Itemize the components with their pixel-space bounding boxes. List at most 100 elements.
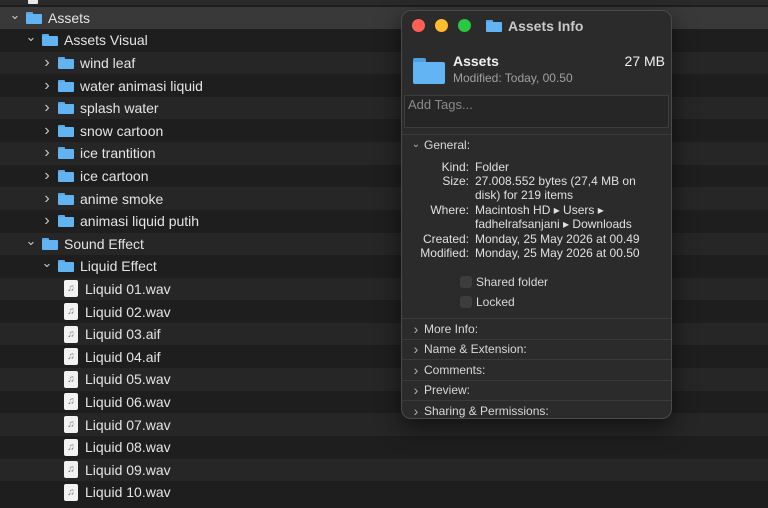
- window-title-group: Assets Info: [486, 18, 583, 34]
- file-row[interactable]: ♫ Liquid 08.wav: [0, 436, 768, 459]
- folder-icon: [486, 20, 502, 32]
- section-collapsed[interactable]: › Preview:: [402, 379, 671, 400]
- row-label: Assets: [48, 9, 91, 26]
- size-value-1: 27.008.552 bytes (27,4 MB on: [475, 174, 636, 188]
- chevron-down-icon[interactable]: ⌄: [24, 29, 38, 44]
- audio-file-icon: ♫: [64, 370, 78, 388]
- chevron-right-icon[interactable]: ›: [40, 54, 54, 71]
- kind-label: Kind:: [441, 160, 469, 174]
- folder-icon: [58, 79, 74, 92]
- item-size: 27 MB: [624, 53, 665, 69]
- folder-icon: [58, 192, 74, 205]
- locked-label: Locked: [476, 295, 515, 309]
- file-row[interactable]: ♫ Liquid 10.wav: [0, 481, 768, 504]
- folder-icon: [58, 124, 74, 137]
- minimize-button[interactable]: [435, 19, 448, 32]
- file-row[interactable]: ♫ Liquid 09.wav: [0, 458, 768, 482]
- zoom-button[interactable]: [458, 19, 471, 32]
- audio-file-icon: ♫: [64, 438, 78, 456]
- chevron-right-icon: ›: [413, 320, 419, 337]
- where-label: Where:: [430, 203, 469, 217]
- title-bar[interactable]: Assets Info: [402, 11, 671, 42]
- chevron-right-icon[interactable]: ›: [40, 122, 54, 139]
- folder-icon: [42, 237, 58, 250]
- section-label: More Info:: [424, 321, 479, 336]
- shared-folder-label: Shared folder: [476, 275, 549, 289]
- row-label: animasi liquid putih: [80, 213, 200, 230]
- row-label: snow cartoon: [80, 122, 164, 139]
- section-general[interactable]: ⌄ General:: [402, 134, 671, 154]
- folder-icon: [58, 102, 74, 115]
- section-label: Comments:: [424, 362, 486, 377]
- locked-checkbox[interactable]: [460, 296, 472, 308]
- item-modified: Modified: Today, 00.50: [453, 71, 573, 85]
- row-label: anime smoke: [80, 190, 164, 207]
- chevron-right-icon: ›: [413, 361, 419, 378]
- folder-icon: [58, 215, 74, 228]
- created-value: Monday, 25 May 2026 at 00.49: [475, 232, 640, 246]
- section-label: Name & Extension:: [424, 342, 527, 356]
- row-label: splash water: [80, 100, 159, 117]
- chevron-down-icon: ⌄: [411, 139, 421, 150]
- row-label: Liquid 09.wav: [85, 461, 171, 478]
- folder-icon: [58, 260, 74, 273]
- row-label: Liquid 08.wav: [85, 439, 171, 456]
- section-collapsed[interactable]: › More Info:: [402, 318, 671, 338]
- size-label: Size:: [442, 174, 469, 188]
- where-value-1: Macintosh HD ▸ Users ▸: [475, 203, 604, 217]
- row-label: Liquid 01.wav: [85, 280, 171, 297]
- audio-file-icon: ♫: [64, 393, 78, 411]
- folder-icon: [26, 11, 42, 24]
- audio-file-icon: ♫: [64, 483, 78, 501]
- info-window: Assets Info Assets 27 MB Modified: Today…: [401, 10, 672, 419]
- list-row-partial: [0, 0, 768, 5]
- folder-icon-large: [413, 58, 445, 84]
- row-label: ice trantition: [80, 145, 156, 162]
- kind-value: Folder: [475, 160, 510, 174]
- row-label: Sound Effect: [64, 235, 144, 252]
- folder-icon: [58, 147, 74, 160]
- row-label: Liquid 10.wav: [85, 484, 171, 501]
- tags-field[interactable]: Add Tags...: [404, 95, 669, 128]
- document-icon: [28, 0, 38, 4]
- chevron-right-icon[interactable]: ›: [40, 212, 54, 229]
- close-button[interactable]: [412, 19, 425, 32]
- audio-file-icon: ♫: [64, 416, 78, 434]
- folder-icon: [42, 34, 58, 47]
- section-label: Preview:: [424, 383, 471, 397]
- chevron-down-icon[interactable]: ⌄: [8, 7, 22, 22]
- chevron-right-icon[interactable]: ›: [40, 77, 54, 94]
- audio-file-icon: ♫: [64, 461, 78, 479]
- folder-icon: [58, 56, 74, 69]
- section-collapsed[interactable]: › Comments:: [402, 359, 671, 379]
- chevron-down-icon[interactable]: ⌄: [24, 233, 38, 248]
- chevron-right-icon[interactable]: ›: [40, 99, 54, 116]
- row-label: ice cartoon: [80, 167, 149, 184]
- audio-file-icon: ♫: [64, 348, 78, 366]
- chevron-right-icon[interactable]: ›: [40, 190, 54, 207]
- section-collapsed[interactable]: › Sharing & Permissions:: [402, 400, 671, 418]
- shared-folder-checkbox[interactable]: [460, 276, 472, 288]
- modified-label: Modified:: [420, 246, 469, 260]
- row-label: Assets Visual: [64, 32, 148, 49]
- audio-file-icon: ♫: [64, 325, 78, 343]
- chevron-right-icon: ›: [413, 382, 419, 398]
- section-general-label: General:: [424, 137, 471, 152]
- item-name: Assets: [453, 53, 499, 69]
- chevron-down-icon[interactable]: ⌄: [40, 255, 54, 270]
- chevron-right-icon[interactable]: ›: [40, 144, 54, 161]
- audio-file-icon: ♫: [64, 280, 78, 298]
- chevron-right-icon[interactable]: ›: [40, 167, 54, 184]
- section-label: Sharing & Permissions:: [424, 403, 549, 418]
- created-label: Created:: [422, 232, 469, 246]
- chevron-right-icon: ›: [413, 341, 419, 357]
- row-label: wind leaf: [80, 54, 136, 71]
- row-label: Liquid 07.wav: [85, 416, 171, 433]
- row-label: Liquid 02.wav: [85, 303, 171, 320]
- folder-icon: [58, 169, 74, 182]
- section-collapsed[interactable]: › Name & Extension:: [402, 338, 671, 359]
- row-label: Liquid 03.aif: [85, 326, 161, 343]
- row-label: Liquid 05.wav: [85, 371, 171, 388]
- audio-file-icon: ♫: [64, 303, 78, 321]
- row-label: Liquid 04.aif: [85, 348, 161, 365]
